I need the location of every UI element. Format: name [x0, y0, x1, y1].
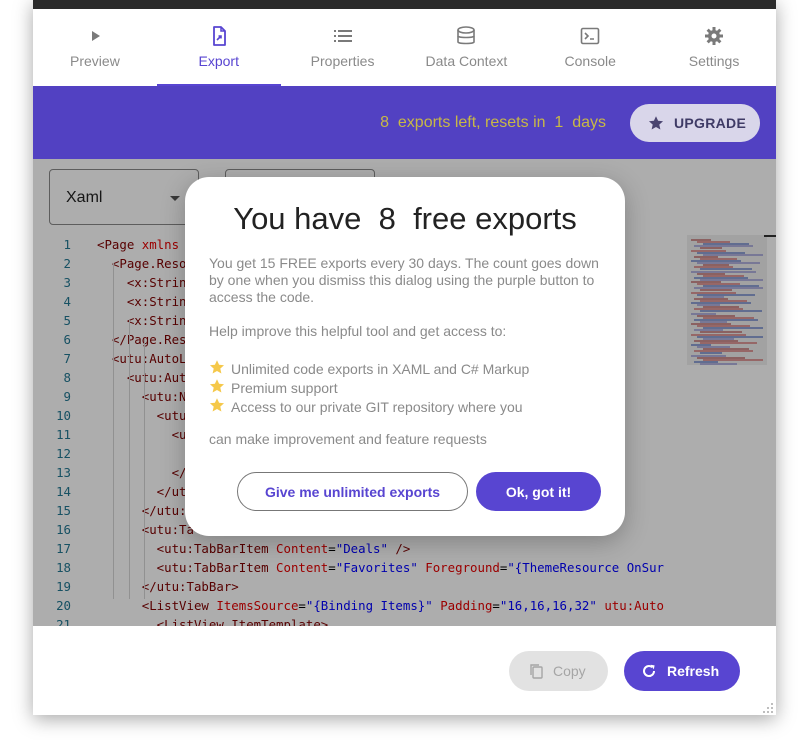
- dialog-intro-text: You get 15 FREE exports every 30 days. T…: [209, 255, 599, 305]
- feature-text: Premium support: [231, 379, 338, 396]
- feature-text: Unlimited code exports in XAML and C# Ma…: [231, 360, 530, 377]
- copy-icon: [530, 664, 543, 679]
- ok-got-it-button[interactable]: Ok, got it!: [476, 472, 601, 511]
- console-icon: [528, 25, 652, 47]
- copy-button[interactable]: Copy: [509, 651, 608, 691]
- copy-label: Copy: [553, 663, 586, 679]
- tab-label: Console: [564, 53, 616, 69]
- window-top-bar: [33, 0, 776, 9]
- feature-text: Access to our private GIT repository whe…: [231, 398, 523, 415]
- tab-label: Properties: [310, 53, 375, 69]
- dialog-title: You have 8 free exports: [233, 201, 577, 236]
- star-icon: [209, 397, 225, 416]
- feature-item: Premium support: [209, 378, 338, 397]
- tab-label: Preview: [70, 53, 120, 69]
- database-icon: [404, 25, 528, 47]
- tab-console[interactable]: Console: [528, 9, 652, 86]
- feature-item: Unlimited code exports in XAML and C# Ma…: [209, 359, 529, 378]
- footer-bar: Copy Refresh: [33, 626, 776, 715]
- tab-data-context[interactable]: Data Context: [404, 9, 528, 86]
- refresh-icon: [643, 664, 656, 677]
- tab-label: Export: [198, 53, 239, 69]
- tab-label: Settings: [688, 53, 740, 69]
- exports-banner: 8 exports left, resets in 1 days UPGRADE: [33, 86, 776, 159]
- tab-preview[interactable]: Preview: [33, 9, 157, 86]
- feature-continuation-text: can make improvement and feature request…: [209, 431, 487, 447]
- play-icon: [33, 25, 157, 47]
- refresh-button[interactable]: Refresh: [624, 651, 740, 691]
- tab-bar: Preview Export Properties Data Context C…: [33, 9, 776, 86]
- upgrade-button[interactable]: UPGRADE: [630, 104, 760, 142]
- free-exports-dialog: You have 8 free exports You get 15 FREE …: [185, 177, 625, 536]
- tab-settings[interactable]: Settings: [652, 9, 776, 86]
- refresh-label: Refresh: [667, 663, 720, 679]
- dialog-help-text: Help improve this helpful tool and get a…: [209, 323, 507, 339]
- star-icon: [648, 116, 664, 130]
- gear-icon: [652, 25, 776, 47]
- exports-left-text: 8 exports left, resets in 1 days: [380, 114, 606, 131]
- tab-label: Data Context: [425, 53, 508, 69]
- list-icon: [281, 25, 405, 47]
- unlimited-exports-button[interactable]: Give me unlimited exports: [237, 472, 468, 511]
- upgrade-label: UPGRADE: [674, 115, 747, 131]
- tab-export[interactable]: Export: [156, 9, 281, 86]
- resize-grip-icon[interactable]: [762, 701, 774, 713]
- feature-item: Access to our private GIT repository whe…: [209, 397, 523, 416]
- export-file-icon: [157, 25, 281, 47]
- star-icon: [209, 359, 225, 378]
- star-icon: [209, 378, 225, 397]
- tab-properties[interactable]: Properties: [281, 9, 405, 86]
